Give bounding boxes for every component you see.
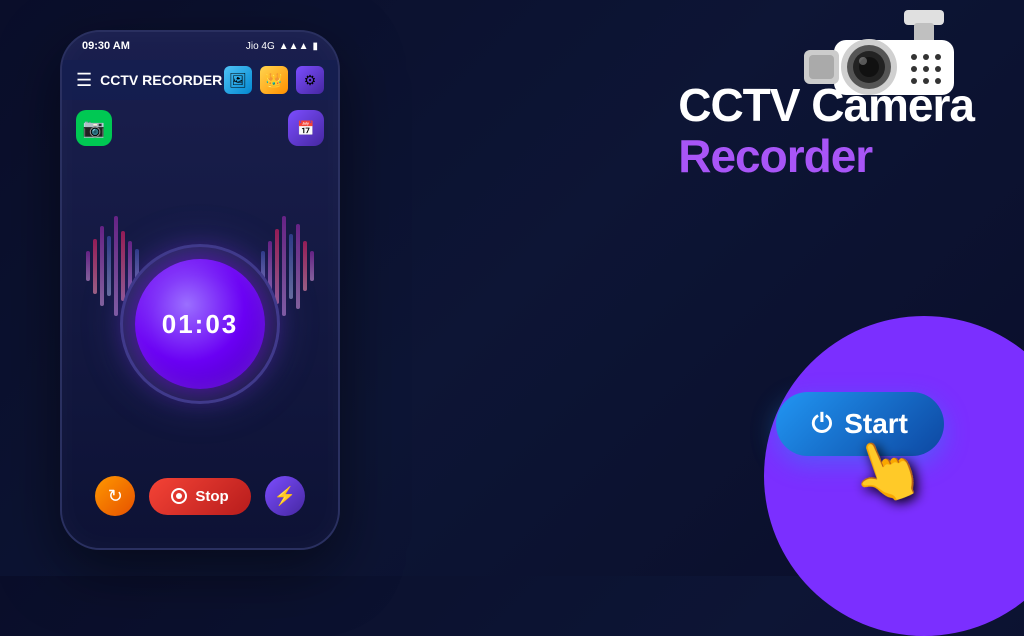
battery-icon: ▮ (312, 41, 318, 52)
timer-inner: 01:03 (135, 259, 265, 389)
refresh-button[interactable]: ↻ (95, 476, 135, 516)
refresh-icon: ↻ (108, 486, 123, 507)
app-title: CCTV RECORDER (100, 72, 224, 88)
phone-screen: 09:30 AM Jio 4G ▲▲▲ ▮ ☰ CCTV RECORDER 🖼 … (60, 30, 340, 550)
phone-content: 📷 📅 (62, 100, 338, 536)
status-time: 09:30 AM (82, 40, 130, 52)
stop-button[interactable]: Stop (149, 478, 250, 515)
premium-button[interactable]: 👑 (260, 66, 288, 94)
settings-button[interactable]: ⚙ (296, 66, 324, 94)
settings-icon: ⚙ (304, 72, 317, 89)
timer-display: 01:03 (120, 244, 280, 404)
gallery-button[interactable]: 🖼 (224, 66, 252, 94)
bottom-controls: ↻ Stop ⚡ (62, 476, 338, 516)
network-label: Jio 4G (246, 41, 275, 52)
schedule-icon: 📅 (297, 120, 314, 137)
stop-label: Stop (195, 488, 228, 505)
status-bar: 09:30 AM Jio 4G ▲▲▲ ▮ (62, 32, 338, 60)
timer-value: 01:03 (162, 309, 239, 340)
gallery-icon: 🖼 (229, 72, 247, 89)
heading-line1: CCTV Camera (678, 80, 974, 131)
app-header: ☰ CCTV RECORDER 🖼 👑 ⚙ (62, 60, 338, 100)
status-icons: Jio 4G ▲▲▲ ▮ (246, 41, 318, 52)
schedule-button[interactable]: 📅 (288, 110, 324, 146)
power-icon: ⏻ (812, 408, 833, 440)
camera-icon: 📷 (83, 118, 105, 139)
stop-icon (171, 488, 187, 504)
top-buttons: 📷 📅 (76, 110, 324, 146)
heading-line2: Recorder (678, 131, 974, 182)
flash-icon: ⚡ (273, 486, 295, 507)
phone-mockup: 09:30 AM Jio 4G ▲▲▲ ▮ ☰ CCTV RECORDER 🖼 … (60, 30, 340, 550)
crown-icon: 👑 (265, 72, 282, 89)
flash-button[interactable]: ⚡ (265, 476, 305, 516)
menu-icon[interactable]: ☰ (76, 70, 92, 91)
signal-icon: ▲▲▲ (279, 41, 309, 52)
right-content: CCTV Camera Recorder (678, 80, 974, 181)
camera-toggle-button[interactable]: 📷 (76, 110, 112, 146)
header-icons: 🖼 👑 ⚙ (224, 66, 324, 94)
stop-dot (176, 493, 182, 499)
